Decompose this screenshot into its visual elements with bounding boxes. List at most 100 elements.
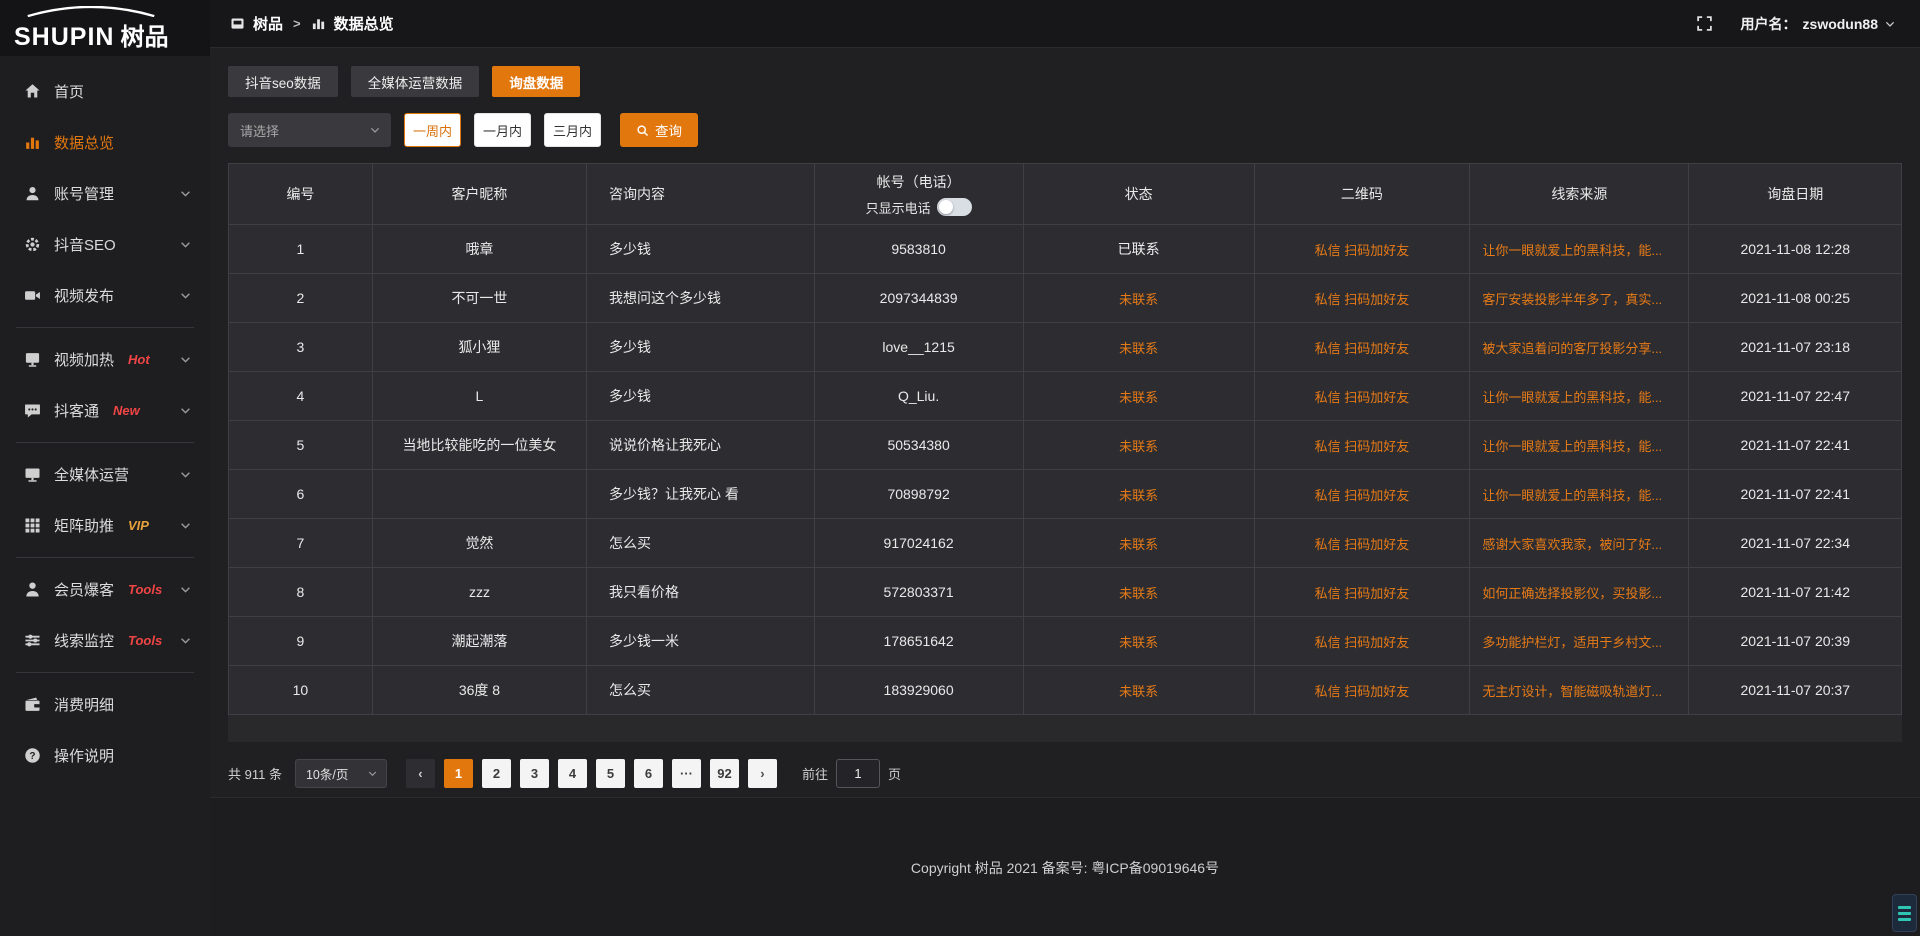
topbar: 树品 > 数据总览 用户名：zswodun88 (210, 0, 1920, 48)
sidebar-item-7[interactable]: 全媒体运营 (0, 449, 210, 500)
chevron-down-icon (367, 768, 378, 779)
page-button-3[interactable]: 3 (520, 759, 549, 788)
sidebar-item-1[interactable]: 数据总览 (0, 117, 210, 168)
cell-account: 183929060 (814, 666, 1023, 715)
page-button-4[interactable]: 4 (558, 759, 587, 788)
page-button-2[interactable]: 2 (482, 759, 511, 788)
breadcrumb-separator: > (293, 16, 301, 31)
sidebar-item-2[interactable]: 账号管理 (0, 168, 210, 219)
cell-date: 2021-11-07 22:47 (1689, 372, 1902, 421)
phone-only-toggle[interactable] (937, 198, 972, 216)
sidebar-item-8[interactable]: 矩阵助推VIP (0, 500, 210, 551)
cell-date: 2021-11-07 22:41 (1689, 421, 1902, 470)
next-page-button[interactable]: › (748, 759, 777, 788)
qr-link[interactable]: 私信 扫码加好友 (1315, 488, 1410, 503)
col-content: 咨询内容 (587, 164, 815, 225)
cell-source: 无主灯设计，智能磁吸轨道灯... (1470, 666, 1689, 715)
sidebar: SHUPIN 树品 首页数据总览账号管理抖音SEO视频发布视频加热Hot抖客通N… (0, 0, 210, 936)
video-icon (24, 287, 41, 304)
source-link[interactable]: 多功能护栏灯，适用于乡村文... (1482, 635, 1662, 650)
cell-no: 9 (229, 617, 373, 666)
cell-no: 2 (229, 274, 373, 323)
source-link[interactable]: 被大家追着问的客厅投影分享... (1482, 341, 1662, 356)
source-link[interactable]: 客厅安装投影半年多了，真实... (1482, 292, 1662, 307)
source-link[interactable]: 感谢大家喜欢我家，被问了好... (1482, 537, 1662, 552)
sidebar-item-4[interactable]: 视频发布 (0, 270, 210, 321)
page-button-92[interactable]: 92 (710, 759, 739, 788)
brand-logo: SHUPIN 树品 (0, 0, 210, 56)
tab-1[interactable]: 全媒体运营数据 (351, 66, 480, 97)
inquiry-table: 编号 客户昵称 咨询内容 帐号（电话） 只显示电话 (228, 163, 1902, 715)
user-menu[interactable]: 用户名：zswodun88 (1741, 14, 1896, 34)
sidebar-item-9[interactable]: 会员爆客Tools (0, 564, 210, 615)
col-nickname: 客户昵称 (372, 164, 586, 225)
cell-nickname: 潮起潮落 (372, 617, 586, 666)
app-root: SHUPIN 树品 首页数据总览账号管理抖音SEO视频发布视频加热Hot抖客通N… (0, 0, 1920, 936)
brand-en: SHUPIN (14, 23, 114, 52)
channel-select[interactable]: 请选择 (228, 113, 391, 147)
tab-2[interactable]: 询盘数据 (492, 66, 580, 97)
sidebar-item-3[interactable]: 抖音SEO (0, 219, 210, 270)
cell-status: 未联系 (1023, 666, 1254, 715)
breadcrumb-item-0[interactable]: 树品 (253, 13, 283, 34)
table-row: 7觉然怎么买917024162未联系私信 扫码加好友感谢大家喜欢我家，被问了好.… (229, 519, 1902, 568)
qr-link[interactable]: 私信 扫码加好友 (1315, 341, 1410, 356)
source-link[interactable]: 无主灯设计，智能磁吸轨道灯... (1482, 684, 1662, 699)
sidebar-item-6[interactable]: 抖客通New (0, 385, 210, 436)
sidebar-item-5[interactable]: 视频加热Hot (0, 334, 210, 385)
qr-link[interactable]: 私信 扫码加好友 (1315, 684, 1410, 699)
page-button-1[interactable]: 1 (444, 759, 473, 788)
source-link[interactable]: 让你一眼就爱上的黑科技，能... (1482, 488, 1662, 503)
sidebar-item-12[interactable]: ?操作说明 (0, 730, 210, 781)
cell-date: 2021-11-08 12:28 (1689, 225, 1902, 274)
qr-link[interactable]: 私信 扫码加好友 (1315, 439, 1410, 454)
qr-link[interactable]: 私信 扫码加好友 (1315, 243, 1410, 258)
qr-link[interactable]: 私信 扫码加好友 (1315, 292, 1410, 307)
qr-link[interactable]: 私信 扫码加好友 (1315, 586, 1410, 601)
sidebar-item-0[interactable]: 首页 (0, 66, 210, 117)
cell-status: 未联系 (1023, 372, 1254, 421)
table-row: 3狐小狸多少钱love__1215未联系私信 扫码加好友被大家追着问的客厅投影分… (229, 323, 1902, 372)
page-button-6[interactable]: 6 (634, 759, 663, 788)
qr-link[interactable]: 私信 扫码加好友 (1315, 635, 1410, 650)
cell-qrcode: 私信 扫码加好友 (1254, 323, 1470, 372)
cell-account: 9583810 (814, 225, 1023, 274)
page-button-5[interactable]: 5 (596, 759, 625, 788)
cell-qrcode: 私信 扫码加好友 (1254, 470, 1470, 519)
monitor-icon (24, 466, 41, 483)
sidebar-item-10[interactable]: 线索监控Tools (0, 615, 210, 666)
floating-assistant-widget[interactable] (1892, 894, 1917, 932)
cell-source: 让你一眼就爱上的黑科技，能... (1470, 470, 1689, 519)
page-size-select[interactable]: 10条/页 (295, 759, 387, 788)
toggle-knob (939, 200, 953, 214)
range-button-0[interactable]: 一周内 (404, 113, 461, 147)
range-button-2[interactable]: 三月内 (544, 113, 601, 147)
query-button[interactable]: 查询 (620, 113, 698, 147)
page-ellipsis[interactable]: ··· (672, 759, 701, 788)
cell-status: 未联系 (1023, 421, 1254, 470)
goto-page-input[interactable] (836, 759, 880, 788)
prev-page-button[interactable]: ‹ (406, 759, 435, 788)
source-link[interactable]: 如何正确选择投影仪，买投影... (1482, 586, 1662, 601)
cell-nickname: 狐小狸 (372, 323, 586, 372)
table-row: 1036度 8怎么买183929060未联系私信 扫码加好友无主灯设计，智能磁吸… (229, 666, 1902, 715)
breadcrumb-item-1[interactable]: 数据总览 (334, 13, 394, 34)
cell-source: 让你一眼就爱上的黑科技，能... (1470, 421, 1689, 470)
tab-bar: 抖音seo数据全媒体运营数据询盘数据 (228, 66, 1902, 97)
cell-nickname: 哦章 (372, 225, 586, 274)
fullscreen-icon[interactable] (1696, 15, 1713, 32)
sidebar-item-11[interactable]: 消费明细 (0, 679, 210, 730)
sidebar-divider (16, 442, 194, 443)
qr-link[interactable]: 私信 扫码加好友 (1315, 390, 1410, 405)
source-link[interactable]: 让你一眼就爱上的黑科技，能... (1482, 439, 1662, 454)
range-button-1[interactable]: 一月内 (474, 113, 531, 147)
source-link[interactable]: 让你一眼就爱上的黑科技，能... (1482, 243, 1662, 258)
col-status: 状态 (1023, 164, 1254, 225)
chat-icon (24, 402, 41, 419)
cell-date: 2021-11-07 21:42 (1689, 568, 1902, 617)
qr-link[interactable]: 私信 扫码加好友 (1315, 537, 1410, 552)
chevron-down-icon (369, 124, 381, 136)
cell-no: 3 (229, 323, 373, 372)
source-link[interactable]: 让你一眼就爱上的黑科技，能... (1482, 390, 1662, 405)
tab-0[interactable]: 抖音seo数据 (228, 66, 338, 97)
